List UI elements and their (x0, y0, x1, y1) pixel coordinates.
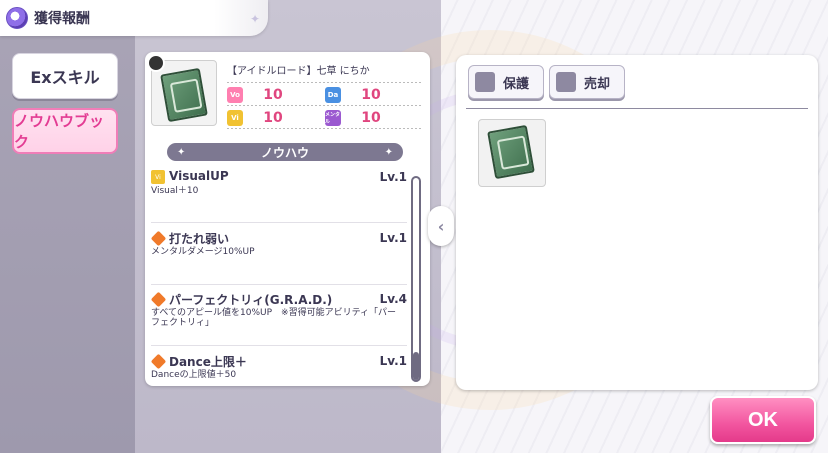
tab-knowhow-book[interactable]: ノウハウブック (12, 108, 118, 154)
skill-description: メンタルダメージ10%UP (151, 247, 255, 257)
divider (227, 105, 421, 106)
stat-mental: メンタル 10 (325, 109, 401, 127)
item-name: 【アイドルロード】七草 にちか (227, 66, 370, 77)
skill-description: Visual＋10 (151, 186, 199, 196)
item-detail-panel: 【アイドルロード】七草 にちか Vo 10 Da 10 Vi 10 メンタル 1… (145, 52, 430, 386)
orange-diamond-icon (151, 354, 167, 370)
dance-icon: Da (325, 87, 341, 103)
visual-icon: Vi (227, 110, 243, 126)
skill-level: Lv.1 (379, 170, 407, 184)
sparkle-icon: ✦ (249, 12, 260, 26)
item-badge-icon (147, 54, 165, 72)
divider (151, 345, 407, 346)
checkbox-icon (475, 72, 495, 92)
knowhow-book-icon (487, 124, 535, 180)
title-bar: 獲得報酬 ✦ (0, 0, 268, 36)
skill-name: VisualUP (169, 169, 229, 183)
stat-value: 10 (263, 110, 283, 126)
divider (466, 108, 808, 109)
orange-diamond-icon (150, 230, 167, 247)
skill-level: Lv.1 (379, 231, 407, 245)
list-item[interactable]: パーフェクトリィ(G.R.A.D.) Lv.4 すべてのアピール値を10%UP … (150, 291, 407, 342)
stat-vocal: Vo 10 (227, 86, 303, 104)
knowhow-book-icon (160, 67, 208, 123)
divider (151, 222, 407, 223)
sell-button[interactable]: 売却 (549, 65, 625, 99)
skill-level: Lv.4 (379, 292, 407, 306)
stat-value: 10 (263, 87, 283, 103)
sell-label: 売却 (584, 76, 611, 92)
skill-name: Dance上限＋ (169, 355, 247, 369)
chevron-left-icon: ‹ (437, 216, 445, 236)
skill-name: パーフェクトリィ(G.R.A.D.) (169, 293, 333, 307)
divider (227, 82, 421, 83)
mental-icon: メンタル (325, 110, 341, 126)
vocal-icon: Vo (227, 87, 243, 103)
divider (151, 284, 407, 285)
reward-orb-icon (6, 7, 28, 29)
protect-label: 保護 (503, 76, 530, 92)
checkbox-icon (556, 72, 576, 92)
inventory-panel: 保護 売却 (456, 55, 818, 390)
sparkle-icon: ✦ (384, 146, 393, 158)
skill-level: Lv.1 (379, 354, 407, 368)
visual-icon: Vi (151, 170, 165, 184)
scrollbar-thumb[interactable] (413, 352, 419, 380)
list-item[interactable]: Dance上限＋ Lv.1 Danceの上限値＋50 (151, 354, 407, 384)
collapse-handle[interactable]: ‹ (428, 206, 454, 246)
stat-value: 10 (361, 87, 381, 103)
orange-diamond-icon (150, 291, 167, 308)
skill-description: すべてのアピール値を10%UP ※習得可能アビリティ「パーフェクトリィ」 (151, 308, 397, 328)
stat-value: 10 (361, 110, 381, 126)
knowhow-header-label: ノウハウ (260, 145, 309, 160)
divider (227, 128, 421, 129)
knowhow-header: ✦ ノウハウ ✦ (167, 143, 403, 161)
sparkle-icon: ✦ (177, 146, 186, 158)
stat-dance: Da 10 (325, 86, 401, 104)
protect-button[interactable]: 保護 (468, 65, 544, 99)
ok-button[interactable]: OK (710, 396, 816, 444)
list-item[interactable]: Vi VisualUP Lv.1 Visual＋10 (151, 169, 407, 220)
skill-name: 打たれ弱い (169, 232, 230, 246)
list-item[interactable]: 打たれ弱い Lv.1 メンタルダメージ10%UP (150, 230, 407, 281)
tab-ex-skill[interactable]: Exスキル (12, 53, 118, 99)
inventory-item[interactable] (478, 119, 546, 187)
skill-description: Danceの上限値＋50 (151, 370, 237, 380)
page-title: 獲得報酬 (34, 11, 90, 27)
stat-visual: Vi 10 (227, 109, 303, 127)
